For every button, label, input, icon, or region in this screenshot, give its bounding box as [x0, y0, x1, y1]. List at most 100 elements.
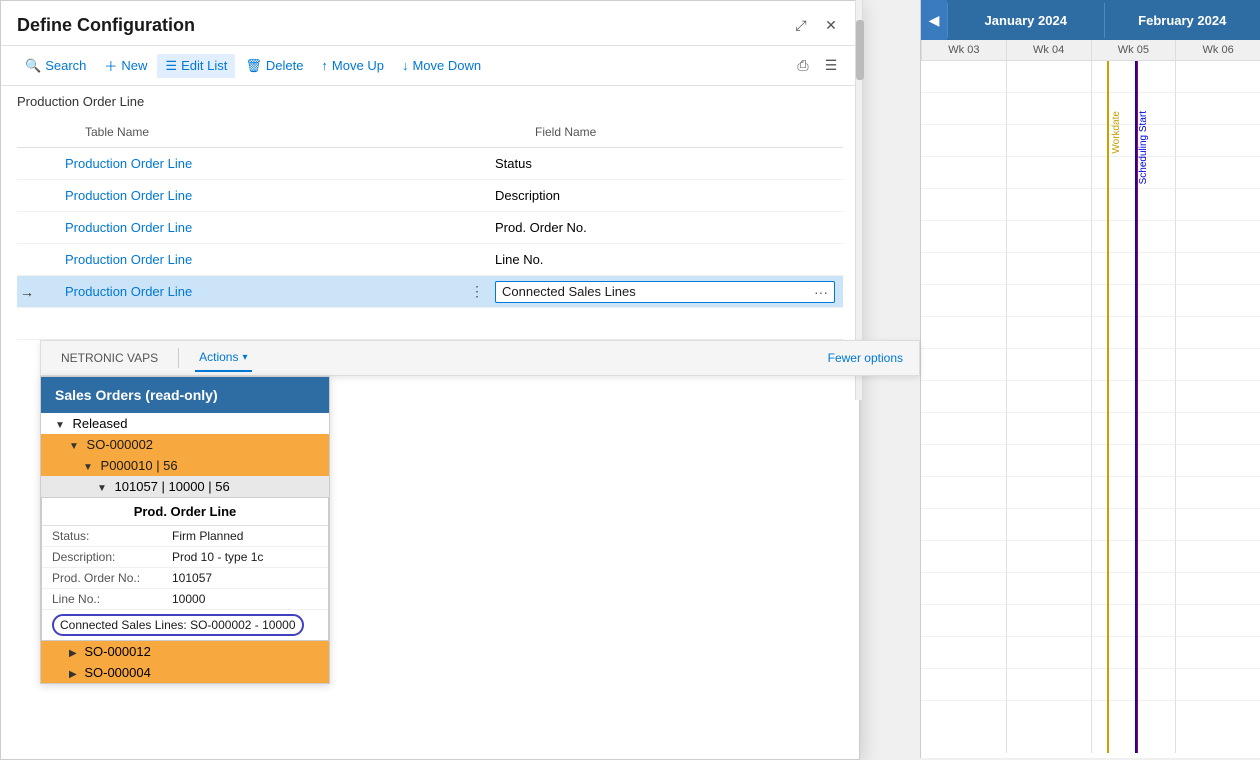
- tree-item-so000002[interactable]: ▼ SO-000002: [41, 434, 329, 455]
- prod-tooltip-row-status: Status: Firm Planned: [42, 526, 328, 547]
- grid-line-1: [1006, 61, 1007, 753]
- expand-button[interactable]: ⤢: [789, 13, 813, 37]
- field-name-input[interactable]: [502, 284, 814, 299]
- tab-separator: [178, 348, 179, 368]
- prod-order-tooltip: Prod. Order Line Status: Firm Planned De…: [41, 497, 329, 641]
- grid-line-2: [1091, 61, 1092, 753]
- tree-toggle-101057: ▼: [97, 483, 107, 494]
- table-row[interactable]: Production Order Line Description: [17, 180, 843, 212]
- modal-header: Define Configuration ⤢ ✕: [1, 1, 859, 46]
- row-field-name: Line No.: [487, 248, 843, 271]
- gantt-body: Workdate Scheduling Start: [921, 61, 1260, 753]
- row-current-arrow: →: [17, 284, 37, 300]
- row-field-name-input[interactable]: ···: [487, 277, 843, 307]
- prod-tooltip-row-lineno: Line No.: 10000: [42, 589, 328, 610]
- new-button[interactable]: ＋ New: [96, 52, 155, 79]
- share-button[interactable]: ⎙: [791, 54, 815, 78]
- gantt-prev-button[interactable]: ◀: [921, 0, 947, 40]
- tree-label-p000010: P000010 | 56: [101, 458, 178, 473]
- gantt-week-03: Wk 03: [921, 40, 1006, 60]
- chevron-down-icon: ▾: [242, 352, 247, 363]
- prod-label-description: Description:: [52, 550, 172, 564]
- tree-item-released[interactable]: ▼ Released: [41, 413, 329, 434]
- grid-line-3: [1175, 61, 1176, 753]
- scheduling-start-label: Scheduling Start: [1138, 111, 1149, 184]
- gantt-week-06: Wk 06: [1175, 40, 1260, 60]
- gantt-week-05: Wk 05: [1091, 40, 1176, 60]
- fewer-options-link[interactable]: Fewer options: [828, 351, 903, 365]
- edit-list-button[interactable]: ☰ Edit List: [157, 54, 235, 78]
- tree-toggle-p000010: ▼: [83, 462, 93, 473]
- delete-icon: 🗑: [245, 58, 262, 74]
- scheduling-start-line: [1135, 61, 1137, 753]
- prod-label-orderno: Prod. Order No.:: [52, 571, 172, 585]
- toolbar: 🔍 Search ＋ New ☰ Edit List 🗑 Delete ↑ Mo…: [1, 46, 859, 86]
- modal-title: Define Configuration: [17, 15, 195, 36]
- tree-item-so000004[interactable]: ▶ SO-000004: [41, 662, 329, 683]
- move-up-button[interactable]: ↑ Move Up: [313, 54, 392, 77]
- delete-button[interactable]: 🗑 Delete: [237, 54, 311, 78]
- gantt-week-04: Wk 04: [1006, 40, 1091, 60]
- table-row[interactable]: Production Order Line Line No.: [17, 244, 843, 276]
- row-table-name[interactable]: Production Order Line: [57, 184, 467, 207]
- move-down-icon: ↓: [402, 58, 409, 73]
- tree-toggle-so000002: ▼: [69, 441, 79, 452]
- move-down-button[interactable]: ↓ Move Down: [394, 54, 489, 77]
- gantt-weeks: Wk 03 Wk 04 Wk 05 Wk 06: [921, 40, 1260, 61]
- workdate-label: Workdate: [1111, 111, 1122, 154]
- gantt-month-feb: February 2024: [1104, 3, 1260, 38]
- row-table-name[interactable]: Production Order Line: [57, 152, 467, 175]
- tooltip-tab-bar-container: NETRONIC VAPS Actions ▾ Fewer options: [40, 340, 920, 376]
- field-lookup-button[interactable]: ···: [814, 284, 828, 300]
- row-drag-handle[interactable]: ⋮: [467, 283, 487, 300]
- tree-label-so000012: SO-000012: [84, 644, 151, 659]
- table-area: Table Name Field Name Production Order L…: [1, 117, 859, 340]
- tree-label-so000002: SO-000002: [87, 437, 154, 452]
- gantt-months: January 2024 February 2024: [947, 3, 1260, 38]
- tab-netronic-vaps[interactable]: NETRONIC VAPS: [57, 345, 162, 371]
- table-row[interactable]: Production Order Line Prod. Order No.: [17, 212, 843, 244]
- prod-value-description: Prod 10 - type 1c: [172, 550, 318, 564]
- tree-toggle-so000012: ▶: [69, 648, 77, 659]
- row-table-name[interactable]: Production Order Line: [57, 248, 467, 271]
- prod-tooltip-highlight: Connected Sales Lines: SO-000002 - 10000: [42, 610, 328, 640]
- tree-label-101057: 101057 | 10000 | 56: [115, 479, 230, 494]
- sales-orders-panel: Sales Orders (read-only) ▼ Released ▼ SO…: [40, 376, 330, 684]
- gantt-area: ◀ January 2024 February 2024 Wk 03 Wk 04…: [920, 0, 1260, 758]
- gantt-month-jan: January 2024: [947, 3, 1104, 38]
- tab-actions[interactable]: Actions ▾: [195, 344, 251, 372]
- table-header: Table Name Field Name: [17, 117, 843, 148]
- tree-toggle-released: ▼: [55, 420, 65, 431]
- table-row-empty: [17, 308, 843, 340]
- prod-label-lineno: Line No.:: [52, 592, 172, 606]
- breadcrumb: Production Order Line: [1, 86, 859, 117]
- tree-label-released: Released: [73, 416, 128, 431]
- menu-button[interactable]: ☰: [819, 54, 843, 78]
- row-field-name: Prod. Order No.: [487, 216, 843, 239]
- gantt-header-months: ◀ January 2024 February 2024: [921, 0, 1260, 40]
- edit-list-icon: ☰: [165, 58, 177, 74]
- tree-label-so000004: SO-000004: [84, 665, 151, 680]
- row-table-name[interactable]: Production Order Line: [57, 280, 467, 303]
- row-table-name[interactable]: Production Order Line: [57, 216, 467, 239]
- prod-tooltip-title: Prod. Order Line: [42, 498, 328, 526]
- tree-item-p000010[interactable]: ▼ P000010 | 56: [41, 455, 329, 476]
- prod-tooltip-row-orderno: Prod. Order No.: 101057: [42, 568, 328, 589]
- connected-sales-lines-highlight: Connected Sales Lines: SO-000002 - 10000: [52, 614, 304, 636]
- table-row[interactable]: Production Order Line Status: [17, 148, 843, 180]
- row-field-name: Status: [487, 152, 843, 175]
- field-input-container: ···: [495, 281, 835, 303]
- row-field-name: Description: [487, 184, 843, 207]
- tree-item-so000012[interactable]: ▶ SO-000012: [41, 641, 329, 662]
- search-icon: 🔍: [25, 58, 41, 74]
- table-row-selected[interactable]: → Production Order Line ⋮ ···: [17, 276, 843, 308]
- col-field-header: Field Name: [527, 121, 843, 143]
- search-button[interactable]: 🔍 Search: [17, 54, 94, 78]
- close-button[interactable]: ✕: [819, 13, 843, 37]
- toolbar-right: ⎙ ☰: [791, 54, 843, 78]
- prod-value-status: Firm Planned: [172, 529, 318, 543]
- scrollbar-thumb[interactable]: [856, 20, 864, 80]
- move-up-icon: ↑: [321, 58, 328, 73]
- prod-tooltip-row-description: Description: Prod 10 - type 1c: [42, 547, 328, 568]
- tree-item-101057[interactable]: ▼ 101057 | 10000 | 56: [41, 476, 329, 497]
